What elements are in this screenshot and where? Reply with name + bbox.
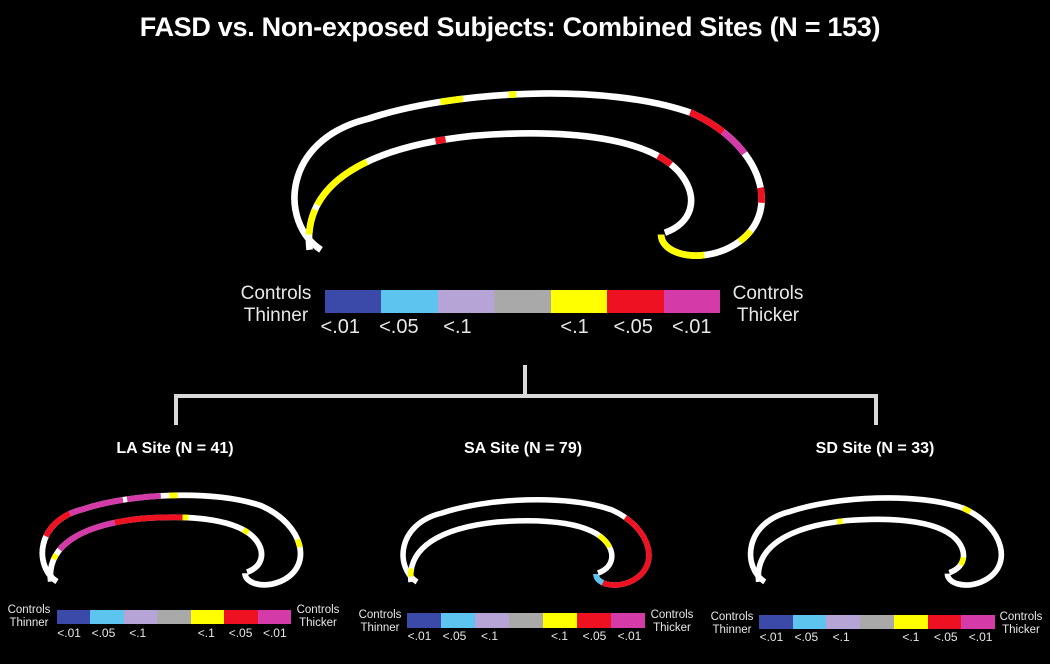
- legend-right-label-la: Controls Thicker: [296, 604, 340, 630]
- color-scale-ticks-sd: <.01 <.05 <.1 <.1 <.05 <.01: [754, 630, 998, 644]
- tick-label: <.05: [379, 316, 419, 338]
- swatch-thinner-p01: [325, 290, 382, 313]
- color-scale-ticks-la: <.01 <.05 <.1 <.1 <.05 <.01: [52, 626, 292, 640]
- color-scale-bar: [325, 290, 720, 313]
- tick-label: <.05: [613, 316, 653, 338]
- swatch-thinner-p01: [407, 613, 441, 628]
- tick-label: <.01: [320, 316, 361, 338]
- swatch-nonsig: [509, 613, 543, 628]
- corpus-callosum-la: [39, 492, 304, 588]
- tick-label: <.01: [407, 629, 432, 643]
- tick-label: <.01: [57, 626, 81, 640]
- swatch-thinner-p01: [57, 610, 91, 624]
- legend-left-label-sa: Controls Thinner: [358, 609, 402, 635]
- tick-label: <.05: [794, 630, 819, 644]
- inner-significance-segment: [305, 130, 695, 251]
- inner-significance-segment: [305, 130, 695, 251]
- site-label-la: LA Site (N = 41): [116, 440, 234, 457]
- swatch-thicker-p1: [190, 610, 225, 624]
- swatch-thicker-p01: [961, 615, 996, 629]
- swatch-thinner-p05: [441, 613, 475, 628]
- swatch-nonsig: [494, 290, 551, 313]
- inner-significance-segment: [305, 130, 695, 251]
- swatch-thinner-p1: [123, 610, 158, 624]
- color-scale-ticks: <.01 <.05 <.1 <.1 <.05 <.01: [311, 316, 721, 339]
- swatch-thicker-p05: [577, 613, 611, 628]
- tick-label: <.01: [617, 629, 642, 643]
- tick-label: <.01: [262, 626, 287, 640]
- corpus-callosum-combined: [291, 90, 765, 259]
- legend-right-label-sd: Controls Thicker: [999, 611, 1043, 637]
- legend-left-label-la: Controls Thinner: [7, 604, 51, 630]
- tick-label: <.1: [902, 630, 920, 644]
- color-scale-ticks-sa: <.01 <.05 <.1 <.1 <.05 <.01: [402, 629, 647, 643]
- swatch-thicker-p1: [893, 615, 928, 629]
- tick-label: [155, 626, 189, 640]
- legend-right-label-sa: Controls Thicker: [650, 609, 694, 635]
- legend-left-label: Controls Thinner: [240, 283, 312, 326]
- tick-label: <.1: [560, 316, 589, 338]
- tick-label: <.1: [443, 316, 472, 338]
- swatch-thinner-p01: [759, 615, 793, 629]
- tick-label: <.05: [228, 626, 253, 640]
- swatch-thinner-p1: [475, 613, 509, 628]
- tick-label: <.01: [968, 630, 993, 644]
- swatch-thinner-p1: [826, 615, 861, 629]
- tick-label: <.1: [129, 626, 147, 640]
- tick-label: <.05: [91, 626, 116, 640]
- site-label-sa: SA Site (N = 79): [463, 440, 583, 457]
- tick-label: <.05: [442, 629, 467, 643]
- tick-label: <.1: [197, 626, 215, 640]
- tick-label: <.1: [480, 629, 498, 643]
- inner-contour: [408, 517, 615, 583]
- swatch-thicker-p01: [663, 290, 720, 313]
- swatch-thicker-p01: [257, 610, 291, 624]
- tick-label: <.05: [582, 629, 607, 643]
- tick-label: [487, 316, 546, 339]
- swatch-nonsig: [157, 610, 191, 624]
- swatch-thicker-p1: [543, 613, 577, 628]
- site-label-sd: SD Site (N = 33): [815, 440, 935, 457]
- corpus-callosum-sa: [400, 496, 652, 588]
- inner-contour: [47, 514, 265, 582]
- tick-label: [859, 630, 894, 644]
- swatch-thicker-p05: [927, 615, 962, 629]
- swatch-thinner-p05: [792, 615, 827, 629]
- corpus-callosum-sd: [747, 495, 1005, 588]
- tick-label: [507, 629, 542, 643]
- color-scale-bar-sd: [759, 615, 996, 629]
- tick-label: <.1: [832, 630, 850, 644]
- outer-contour: [291, 90, 765, 259]
- swatch-thicker-p1: [550, 290, 608, 313]
- legend-left-label-sd: Controls Thinner: [710, 611, 754, 637]
- swatch-thinner-p05: [90, 610, 124, 624]
- color-scale-bar-la: [57, 610, 291, 624]
- legend-right-label: Controls Thicker: [732, 283, 804, 326]
- swatch-thicker-p05: [607, 290, 664, 313]
- tick-label: <.01: [759, 630, 784, 644]
- swatch-thinner-p05: [381, 290, 438, 313]
- inner-contour: [305, 130, 695, 251]
- tick-label: <.1: [550, 629, 568, 643]
- inner-contour: [755, 516, 967, 583]
- color-scale-bar-sa: [407, 613, 645, 628]
- tick-label: <.01: [672, 316, 712, 338]
- swatch-thinner-p1: [437, 290, 495, 313]
- tick-label: <.05: [933, 630, 958, 644]
- swatch-nonsig: [860, 615, 894, 629]
- swatch-thicker-p05: [224, 610, 258, 624]
- swatch-thicker-p01: [611, 613, 645, 628]
- outer-contour: [400, 496, 652, 588]
- inner-significance-segment: [305, 130, 695, 251]
